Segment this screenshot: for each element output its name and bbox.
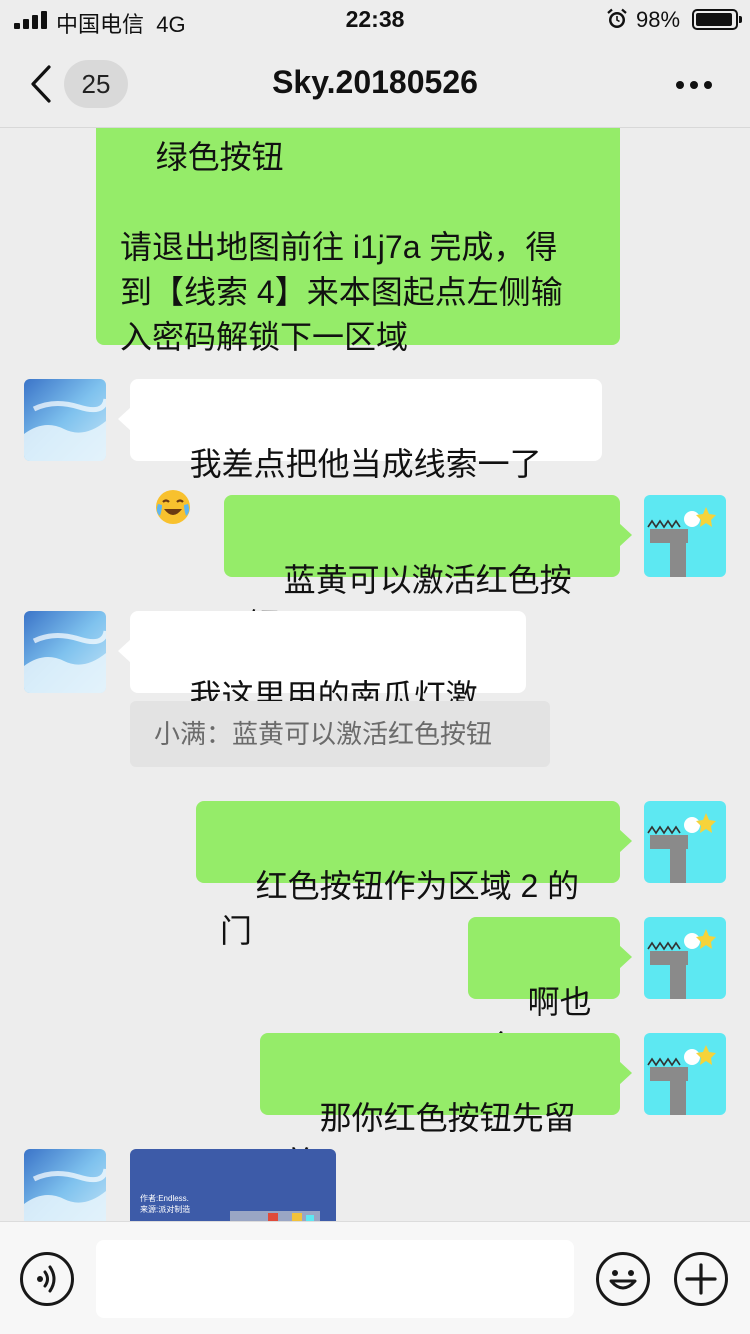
- message-bubble-outgoing[interactable]: 蓝黄可以激活红色按钮: [224, 495, 632, 643]
- image-caption-author: 作者:Endless.: [140, 1194, 189, 1203]
- input-bar: [0, 1221, 750, 1334]
- my-avatar[interactable]: [644, 1033, 726, 1115]
- more-functions-button[interactable]: [674, 1252, 728, 1306]
- message-bubble-incoming[interactable]: 我这里用的南瓜灯激活: [118, 611, 526, 759]
- message-bubble-outgoing[interactable]: 啊也行: [468, 917, 632, 1065]
- message-bubble-incoming[interactable]: 我差点把他当成线索一了: [118, 379, 602, 524]
- my-avatar[interactable]: [644, 801, 726, 883]
- emoji-button[interactable]: [596, 1252, 650, 1306]
- quoted-message[interactable]: 小满：蓝黄可以激活红色按钮: [130, 701, 550, 767]
- chat-title: Sky.20180526: [272, 64, 478, 100]
- battery-icon: [692, 9, 742, 30]
- message-input[interactable]: [96, 1240, 574, 1318]
- more-options-icon[interactable]: [672, 68, 716, 100]
- plus-icon: [685, 1263, 717, 1295]
- image-caption-source: 来源:派对制造: [140, 1205, 191, 1214]
- chat-header: 25 Sky.20180526: [0, 40, 750, 128]
- quoted-text: 小满：蓝黄可以激活红色按钮: [154, 719, 493, 749]
- message-list[interactable]: 绿色按钮 请退出地图前往 i1j7a 完成，得 到【线索 4】来本图起点左侧输 …: [0, 128, 750, 1221]
- message-bubble-outgoing[interactable]: 那你红色按钮先留着: [260, 1033, 632, 1181]
- message-text: 绿色按钮 请退出地图前往 i1j7a 完成，得 到【线索 4】来本图起点左侧输 …: [120, 139, 563, 355]
- contact-avatar[interactable]: [24, 611, 106, 693]
- my-avatar[interactable]: [644, 917, 726, 999]
- my-avatar[interactable]: [644, 495, 726, 577]
- message-bubble-outgoing[interactable]: 绿色按钮 请退出地图前往 i1j7a 完成，得 到【线索 4】来本图起点左侧输 …: [96, 128, 620, 355]
- voice-icon: [37, 1265, 56, 1293]
- voice-input-button[interactable]: [20, 1252, 74, 1306]
- map-preview-graphic: [230, 1211, 320, 1221]
- message-text: 我差点把他当成线索一了: [189, 446, 542, 482]
- alarm-clock-icon: [607, 8, 627, 28]
- contact-avatar[interactable]: [24, 379, 106, 461]
- smiley-icon: [609, 1270, 637, 1290]
- image-message[interactable]: 作者:Endless. 来源:派对制造: [130, 1149, 336, 1221]
- status-bar: 中国电信 4G 22:38 98%: [0, 0, 750, 40]
- battery-percent: 98%: [636, 7, 681, 32]
- crying-laughing-emoji-icon: [156, 490, 190, 524]
- contact-avatar[interactable]: [24, 1149, 106, 1221]
- message-bubble-outgoing[interactable]: 红色按钮作为区域 2 的门: [196, 801, 632, 949]
